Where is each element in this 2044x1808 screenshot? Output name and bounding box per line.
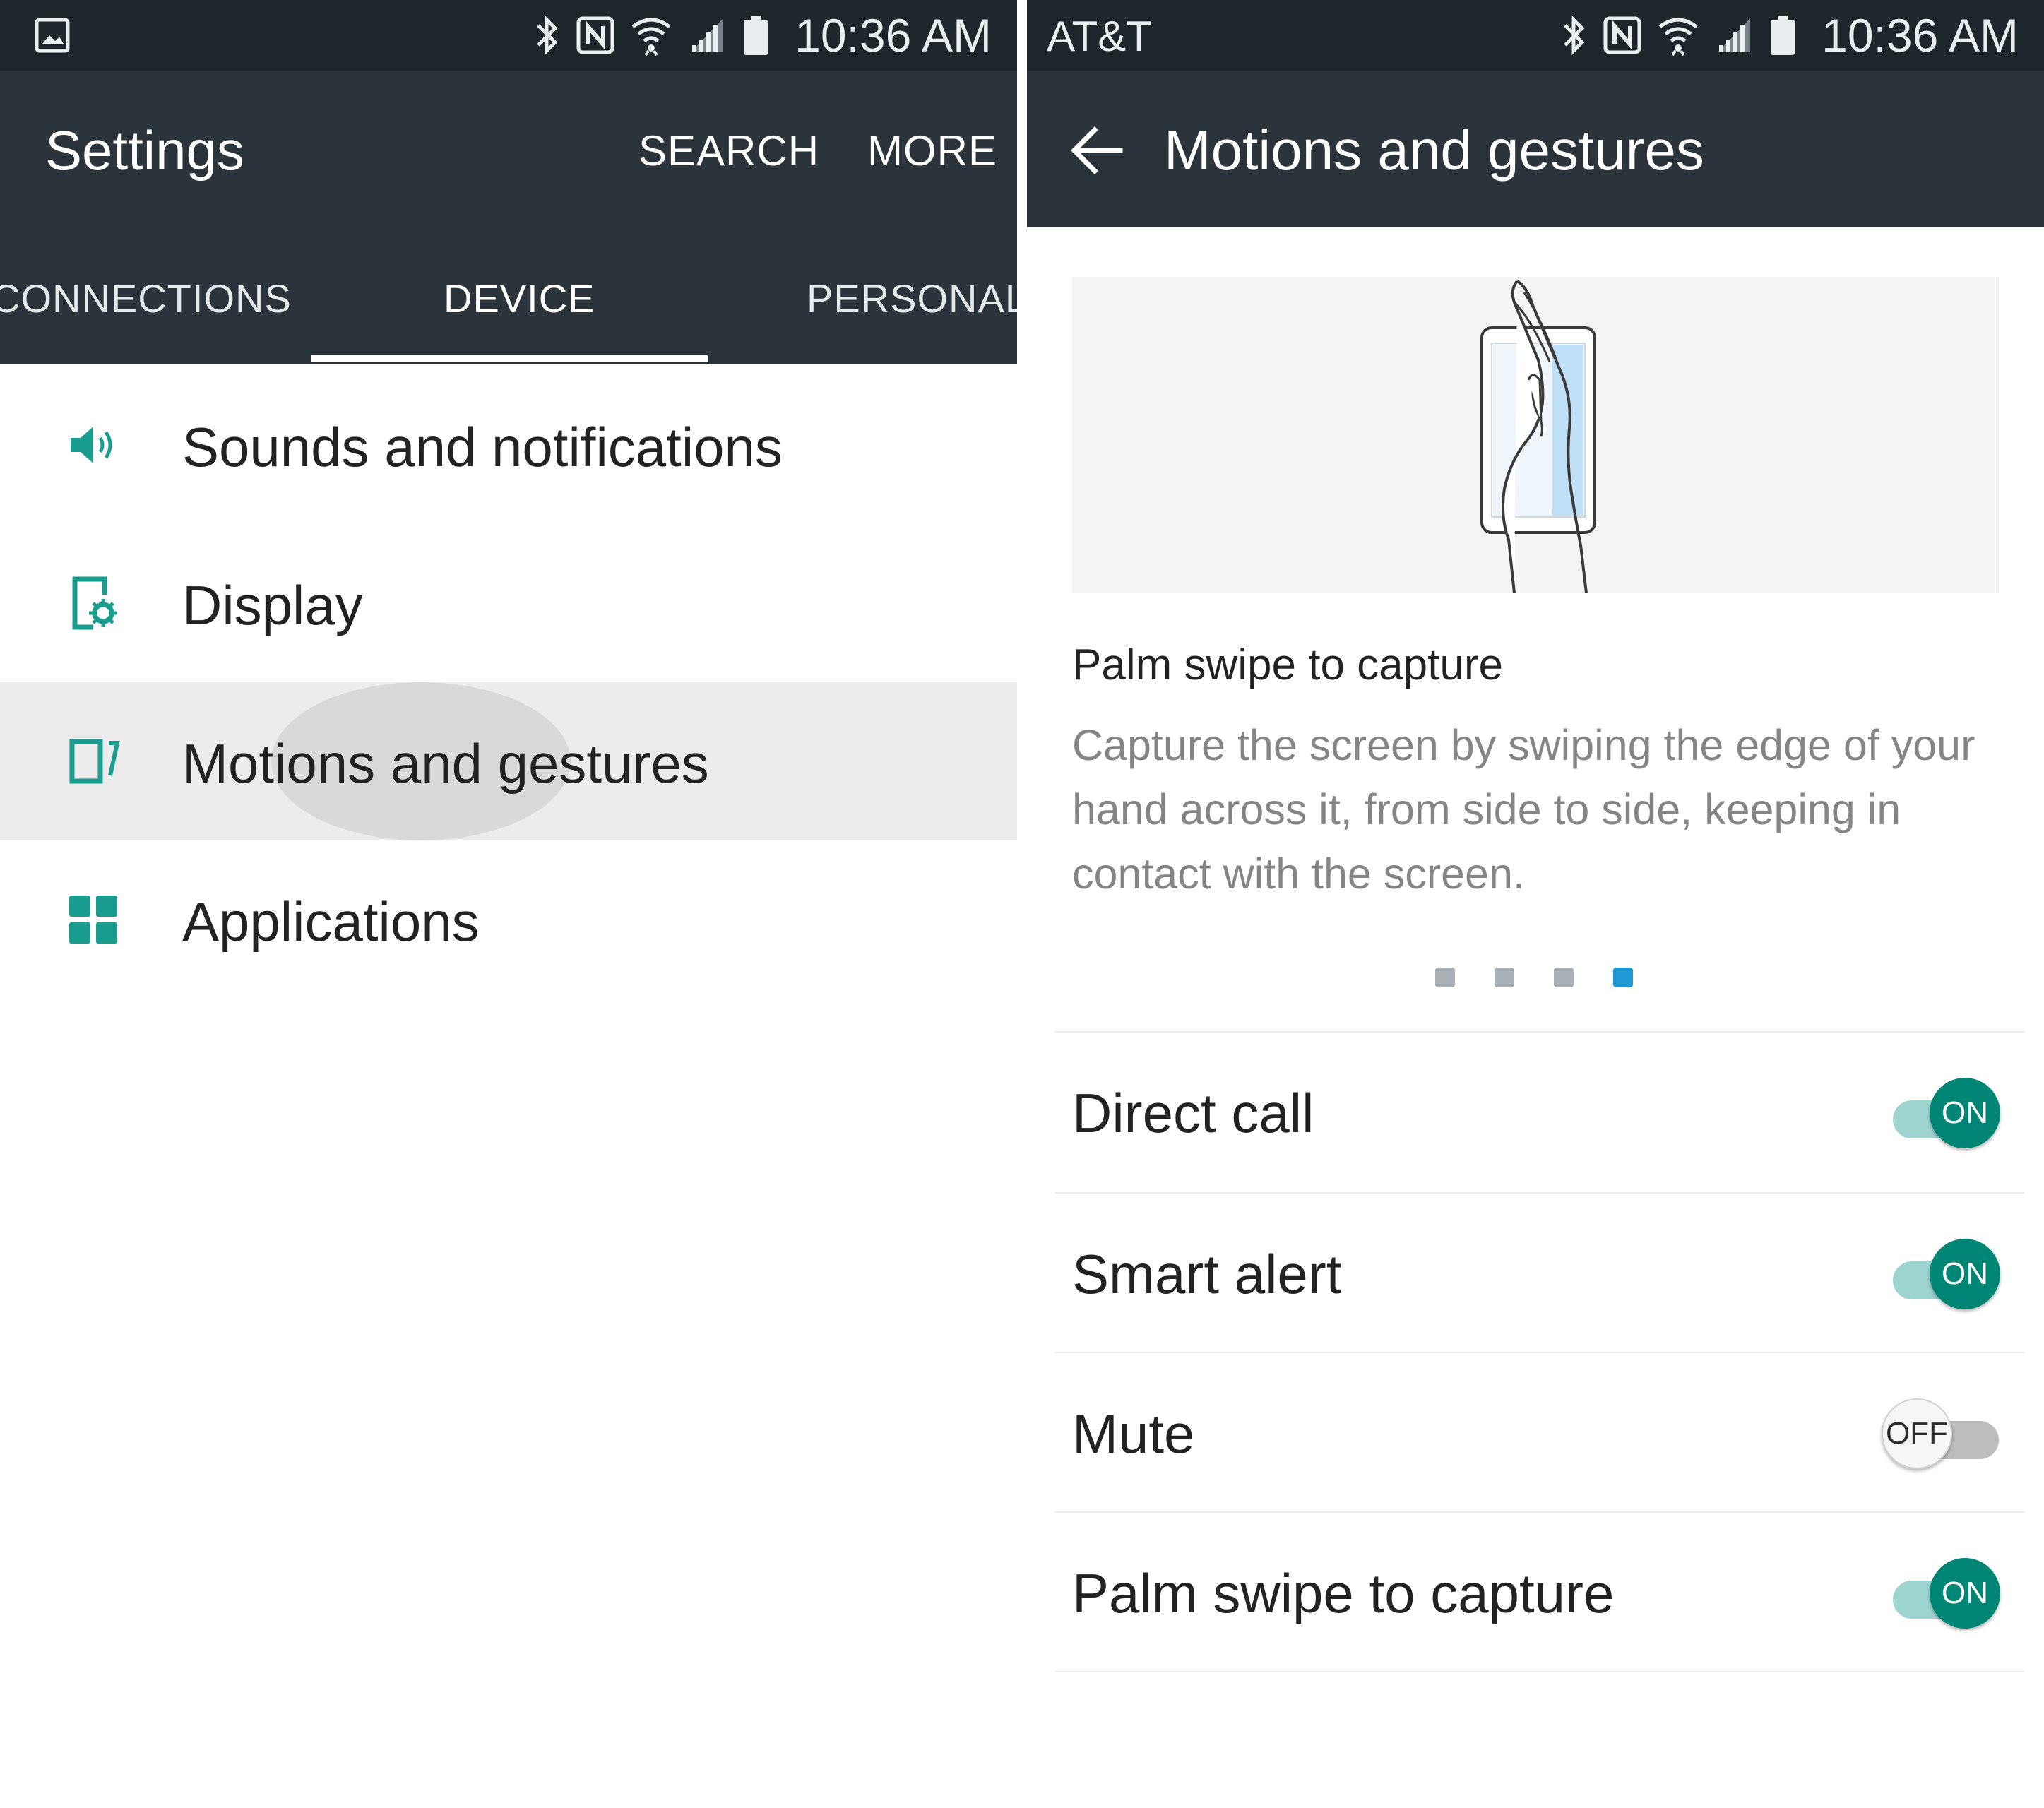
toggle-row-smart-alert[interactable]: Smart alert ON [1027, 1194, 2044, 1353]
nfc-icon [1603, 16, 1641, 54]
switch-thumb: ON [1930, 1558, 2000, 1629]
settings-item-label: Applications [182, 891, 480, 953]
page-title: Motions and gestures [1164, 119, 1704, 182]
panel-separator [1017, 0, 1027, 1808]
divider [1055, 1671, 2024, 1672]
page-dot[interactable] [1435, 968, 1455, 987]
tab-personal[interactable]: PERSONAL [807, 274, 1017, 323]
settings-item-label: Motions and gestures [182, 732, 709, 795]
toggle-label: Mute [1072, 1403, 1195, 1465]
status-icons [1559, 11, 1797, 59]
app-bar: Settings SEARCH MORE CONNECTIONS DEVICE … [0, 71, 1017, 364]
carrier-label: AT&T [1047, 13, 1152, 60]
app-bar: Motions and gestures [1027, 71, 2044, 227]
wifi-icon [631, 18, 671, 56]
wifi-icon [1658, 18, 1698, 56]
feature-title: Palm swipe to capture [1072, 641, 1503, 689]
apps-grid-icon [69, 896, 117, 944]
settings-item-motions[interactable]: Motions and gestures [0, 682, 1017, 840]
gallery-icon [35, 18, 70, 53]
speaker-icon [71, 427, 112, 463]
status-icons [533, 11, 770, 59]
feature-description: Capture the screen by swiping the edge o… [1072, 721, 1975, 898]
motion-icon [69, 739, 120, 784]
page-dot-active[interactable] [1613, 968, 1633, 987]
battery-icon [1771, 16, 1795, 55]
status-bar: AT&T 10:36 AM [1027, 0, 2044, 71]
mute-switch[interactable]: OFF [1882, 1398, 2003, 1469]
tab-connections[interactable]: CONNECTIONS [0, 274, 292, 323]
toggle-label: Smart alert [1072, 1243, 1342, 1305]
battery-icon [744, 16, 768, 55]
settings-item-sounds[interactable]: Sounds and notifications [0, 366, 1017, 524]
status-time: 10:36 AM [795, 9, 992, 61]
settings-item-label: Display [182, 574, 363, 636]
page-dot[interactable] [1554, 968, 1574, 987]
palm-swipe-switch[interactable]: ON [1882, 1558, 2003, 1629]
settings-item-label: Sounds and notifications [182, 416, 783, 478]
nfc-icon [576, 16, 614, 54]
page-indicator[interactable] [1027, 968, 2044, 989]
toggle-row-mute[interactable]: Mute OFF [1027, 1353, 2044, 1513]
settings-item-display[interactable]: Display [0, 524, 1017, 682]
settings-item-applications[interactable]: Applications [0, 840, 1017, 999]
bluetooth-icon [1564, 15, 1585, 56]
page-dot[interactable] [1495, 968, 1514, 987]
status-time: 10:36 AM [1822, 9, 2019, 61]
page-title: Settings [45, 119, 244, 182]
signal-icon [1718, 18, 1750, 52]
status-bar: 10:36 AM [0, 0, 1017, 71]
toggle-label: Palm swipe to capture [1072, 1562, 1615, 1624]
back-arrow-icon[interactable] [1068, 121, 1126, 179]
switch-thumb: ON [1930, 1078, 2000, 1148]
toggle-label: Direct call [1072, 1082, 1314, 1144]
switch-thumb: ON [1930, 1239, 2000, 1309]
tab-device[interactable]: DEVICE [444, 274, 595, 323]
display-icon [72, 576, 117, 630]
direct-call-switch[interactable]: ON [1882, 1078, 2003, 1148]
motions-screen: AT&T 10:36 AM Motions and gestures Palm … [1027, 0, 2044, 1808]
hand-swipe-phone-icon [1480, 280, 1596, 593]
bluetooth-icon [537, 15, 558, 56]
palm-swipe-illustration [1072, 277, 1999, 593]
search-button[interactable]: SEARCH [638, 126, 819, 177]
toggle-row-palm-swipe[interactable]: Palm swipe to capture ON [1027, 1513, 2044, 1672]
tab-indicator [311, 355, 708, 362]
settings-screen: 10:36 AM Settings SEARCH MORE CONNECTION… [0, 0, 1017, 1808]
switch-thumb: OFF [1882, 1398, 1952, 1469]
toggle-row-direct-call[interactable]: Direct call ON [1027, 1033, 2044, 1192]
smart-alert-switch[interactable]: ON [1882, 1239, 2003, 1309]
more-button[interactable]: MORE [867, 126, 997, 177]
signal-icon [691, 18, 723, 52]
